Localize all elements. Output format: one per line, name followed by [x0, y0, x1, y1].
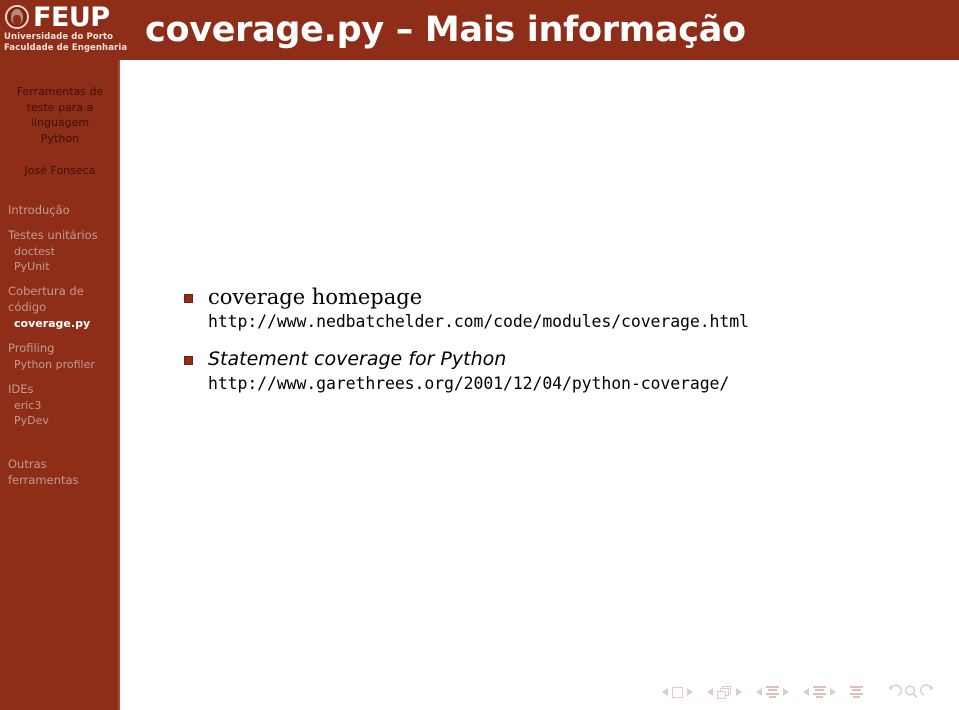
bullet-url[interactable]: http://www.nedbatchelder.com/code/module…: [208, 310, 942, 334]
sidebar-section-line: Cobertura de: [8, 284, 84, 298]
sidebar-title-line: Ferramentas de: [16, 85, 104, 98]
title-container: coverage.py – Mais informação: [120, 0, 959, 60]
bullet-label: Statement coverage for Python: [208, 348, 507, 370]
sidebar-presentation-title: Ferramentas de teste para a linguagem Py…: [0, 60, 120, 146]
sidebar-item-cobertura-de-codigo[interactable]: Cobertura de código: [0, 283, 120, 315]
sidebar-group-testes-unitarios: Testes unitários doctest PyUnit: [0, 227, 120, 274]
frame-stack-icon[interactable]: [717, 685, 732, 699]
sidebar-item-eric3[interactable]: eric3: [0, 398, 120, 413]
sidebar-item-doctest[interactable]: doctest: [0, 244, 120, 259]
subsection-lines-icon[interactable]: [766, 686, 779, 698]
beamer-navigation-symbols: [662, 682, 937, 702]
sidebar-section-line: Outras: [8, 457, 47, 471]
sidebar-item-profiling[interactable]: Profiling: [0, 340, 120, 356]
slide-content: coverage homepage http://www.nedbatcheld…: [122, 62, 959, 710]
bullet-square-icon: [184, 356, 193, 365]
next-frame-arrow-icon[interactable]: [736, 688, 742, 696]
previous-slide-arrow-icon[interactable]: [662, 688, 668, 696]
presentation-lines-icon[interactable]: [850, 686, 863, 698]
subsection-navigation-group: [756, 686, 789, 698]
previous-frame-arrow-icon[interactable]: [707, 688, 713, 696]
sidebar-section-line: ferramentas: [8, 473, 79, 487]
sidebar-item-pydev[interactable]: PyDev: [0, 413, 120, 428]
sidebar-group-profiling: Profiling Python profiler: [0, 340, 120, 372]
bullet-label: coverage homepage: [208, 285, 423, 309]
presentation-slide: FEUP Universidade do Porto Faculdade de …: [0, 0, 959, 710]
frame-navigation-group: [707, 685, 742, 699]
list-item: Statement coverage for Python http://www…: [182, 346, 942, 396]
back-arrow-icon[interactable]: [885, 684, 902, 700]
feup-logo: FEUP Universidade do Porto Faculdade de …: [0, 0, 127, 60]
bullet-list: coverage homepage http://www.nedbatcheld…: [182, 284, 942, 408]
logo-subtitle-faculty: Faculdade de Engenharia: [4, 43, 128, 53]
section-lines-icon[interactable]: [813, 686, 826, 698]
sidebar-author: José Fonseca: [0, 146, 120, 178]
logo-subtitle-university: Universidade do Porto: [4, 32, 114, 42]
sidebar-item-ides[interactable]: IDEs: [0, 381, 120, 397]
sidebar-title-line: linguagem: [30, 116, 90, 129]
bullet-url[interactable]: http://www.garethrees.org/2001/12/04/pyt…: [208, 372, 942, 396]
history-navigation-group: [885, 684, 937, 700]
sidebar-group-outras-ferramentas: Outras ferramentas: [0, 456, 120, 488]
previous-subsection-arrow-icon[interactable]: [756, 688, 762, 696]
sidebar-item-introducao[interactable]: Introdução: [0, 202, 120, 218]
sidebar-group-introducao: Introdução: [0, 202, 120, 218]
section-navigation-group: [803, 686, 836, 698]
slide-square-icon[interactable]: [672, 686, 683, 698]
sidebar-title-line: Python: [40, 131, 80, 145]
feup-wordmark: FEUP: [33, 1, 110, 33]
bullet-square-icon: [184, 294, 193, 303]
previous-section-arrow-icon[interactable]: [803, 688, 809, 696]
feup-crest-icon: [4, 4, 30, 30]
slide-title: coverage.py – Mais informação: [145, 10, 746, 50]
sidebar-item-outras-ferramentas[interactable]: Outras ferramentas: [0, 456, 120, 488]
next-slide-arrow-icon[interactable]: [687, 688, 693, 696]
sidebar-item-coverage-py[interactable]: coverage.py: [0, 316, 120, 331]
sidebar-item-pyunit[interactable]: PyUnit: [0, 259, 120, 274]
sidebar-group-ides: IDEs eric3 PyDev: [0, 381, 120, 428]
sidebar-title-line: teste para a: [26, 100, 94, 114]
next-section-arrow-icon[interactable]: [830, 688, 836, 696]
sidebar-section-line: código: [8, 300, 47, 314]
sidebar-navigation: Ferramentas de teste para a linguagem Py…: [0, 60, 120, 710]
sidebar-author-name: José Fonseca: [24, 164, 96, 177]
search-magnifier-icon[interactable]: [903, 684, 919, 700]
forward-arrow-icon[interactable]: [920, 684, 937, 700]
slide-header: FEUP Universidade do Porto Faculdade de …: [0, 0, 959, 60]
list-item: coverage homepage http://www.nedbatcheld…: [182, 284, 942, 334]
sidebar-group-cobertura-de-codigo: Cobertura de código coverage.py: [0, 283, 120, 331]
sidebar-item-python-profiler[interactable]: Python profiler: [0, 357, 120, 372]
sidebar-item-testes-unitarios[interactable]: Testes unitários: [0, 227, 120, 243]
slide-navigation-group: [662, 686, 693, 698]
next-subsection-arrow-icon[interactable]: [783, 688, 789, 696]
sidebar-divider: [118, 60, 120, 710]
sidebar-toc: Introdução Testes unitários doctest PyUn…: [0, 178, 120, 488]
